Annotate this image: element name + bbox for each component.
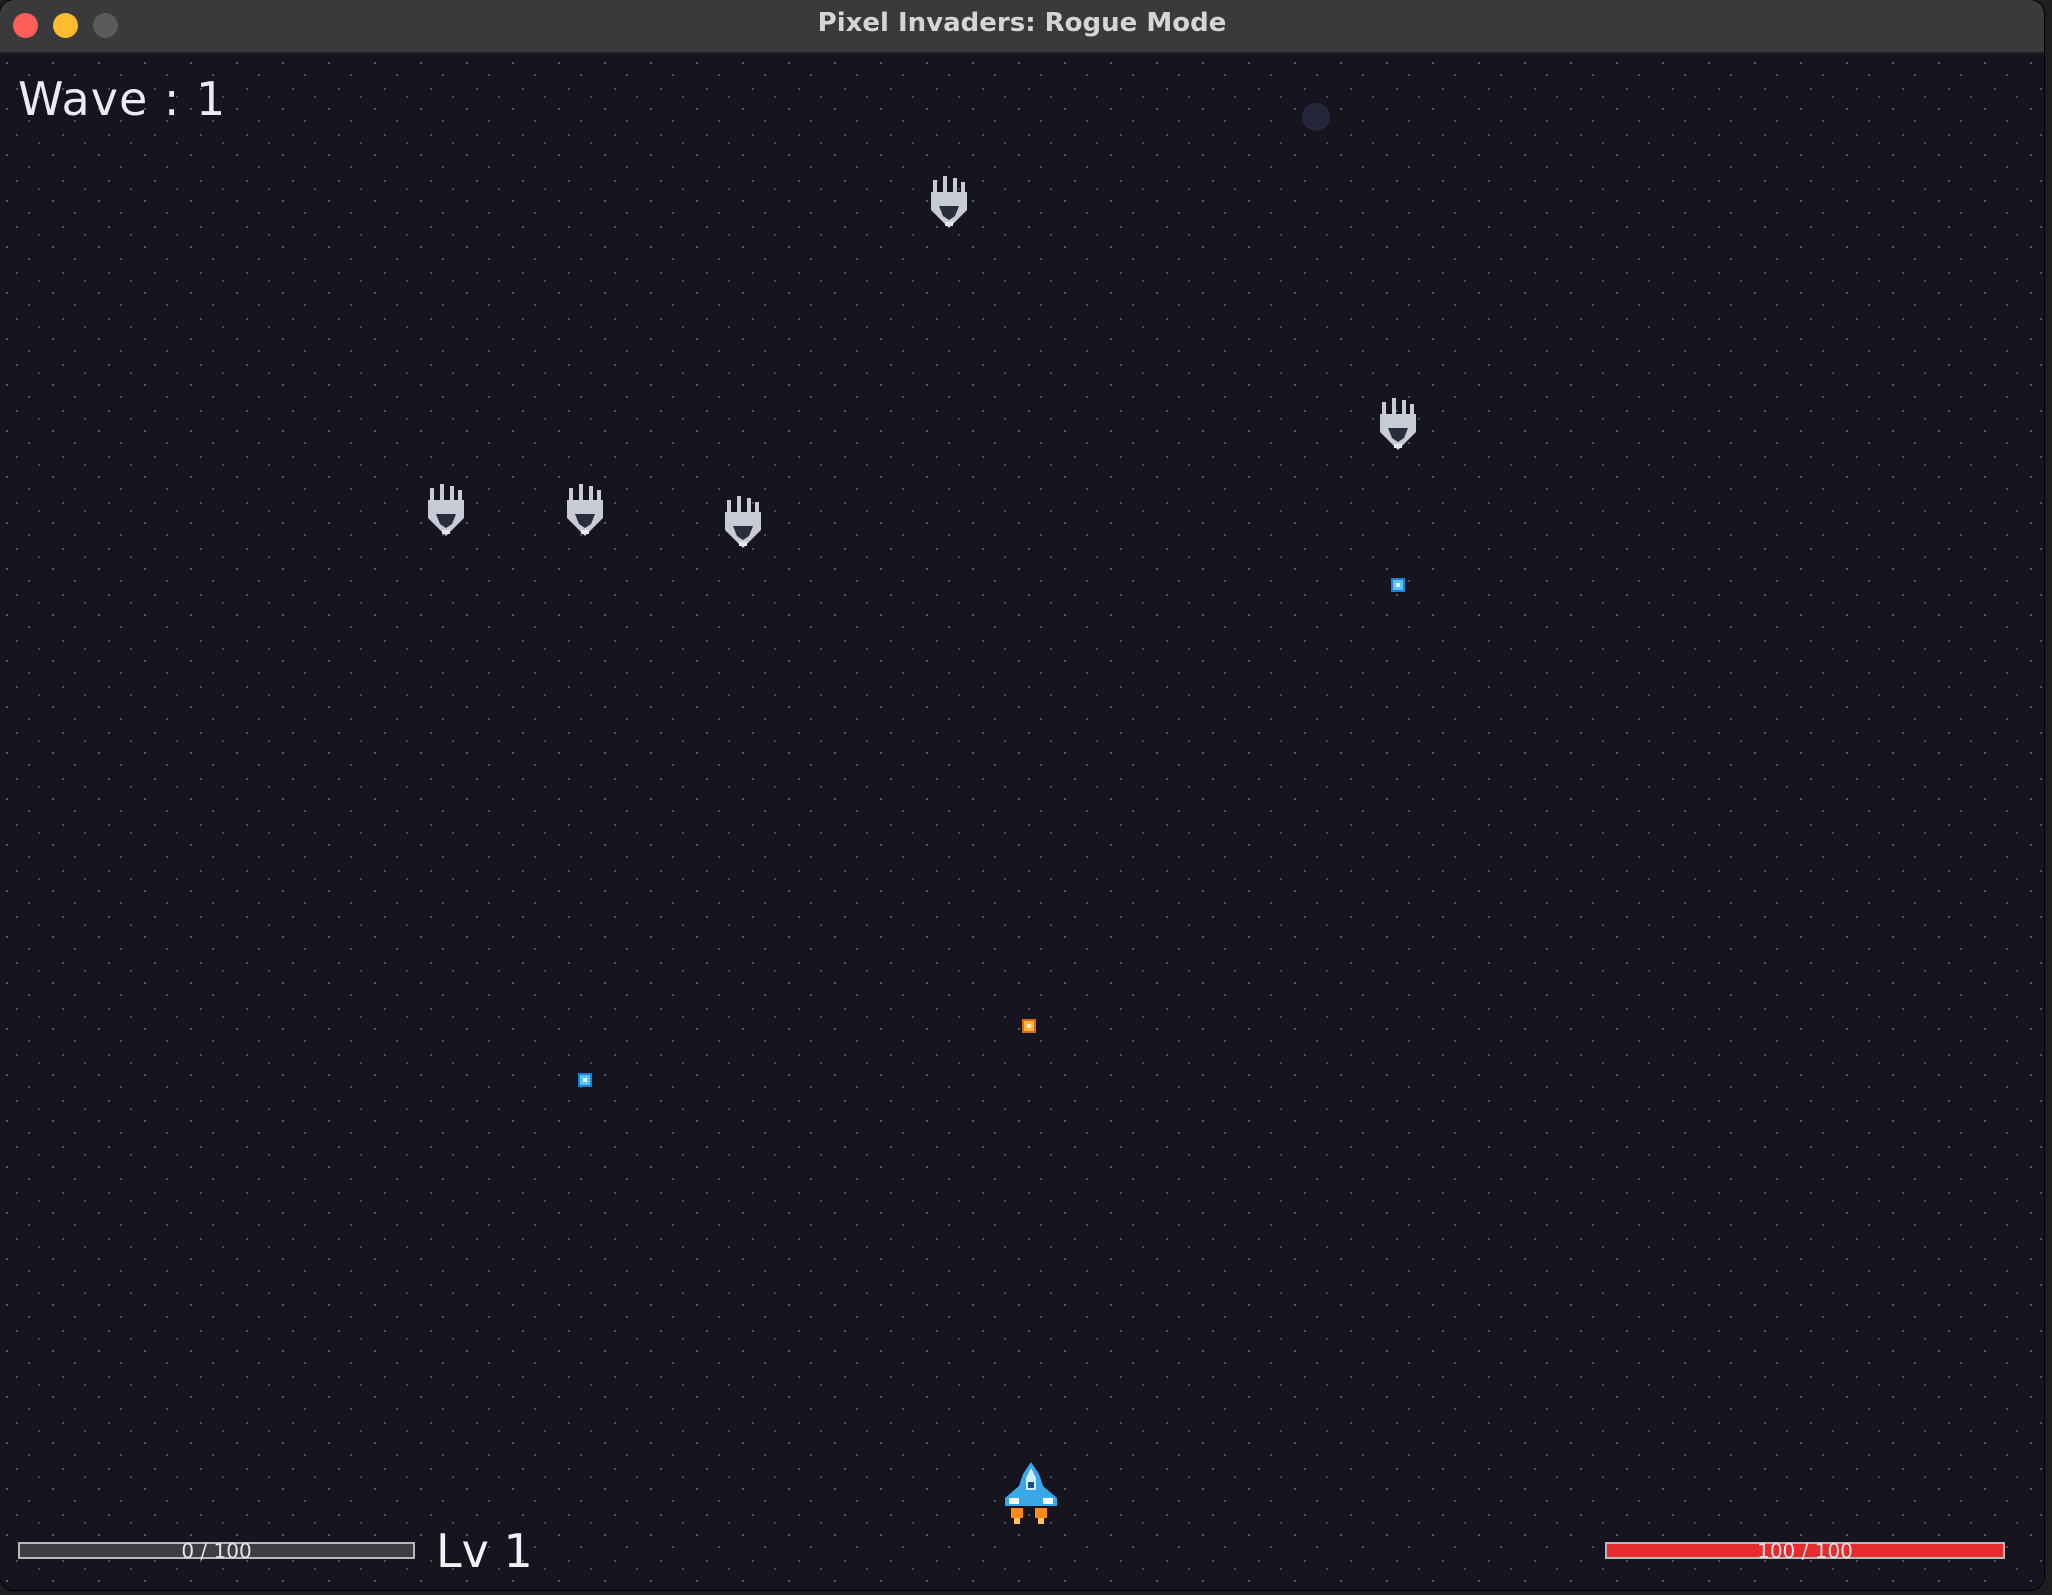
xp-bar: 0 / 100 xyxy=(18,1539,415,1563)
game-window: Pixel Invaders: Rogue Mode Wave: 1 0 / … xyxy=(0,0,2044,1590)
health-bar-text: 100 / 100 xyxy=(1757,1539,1853,1563)
asteroid-icon xyxy=(1302,103,1330,131)
window-title: Pixel Invaders: Rogue Mode xyxy=(817,8,1227,38)
starfield xyxy=(0,54,2044,1590)
player-projectile-icon xyxy=(1022,1019,1036,1033)
title-bar[interactable]: Pixel Invaders: Rogue Mode xyxy=(0,0,2044,54)
health-bar: 100 / 100 xyxy=(1605,1539,2005,1563)
level-indicator: Lv 1 xyxy=(436,1524,533,1578)
game-canvas[interactable]: Wave : 1 0 / 100 Lv 1 100 / 100 xyxy=(0,54,2044,1590)
enemy-projectile-icon xyxy=(578,1073,592,1087)
enemy-projectile-icon xyxy=(1391,578,1405,592)
wave-counter: Wave : 1 xyxy=(18,72,227,126)
xp-bar-text: 0 / 100 xyxy=(181,1539,252,1563)
playfield xyxy=(0,54,2044,1590)
